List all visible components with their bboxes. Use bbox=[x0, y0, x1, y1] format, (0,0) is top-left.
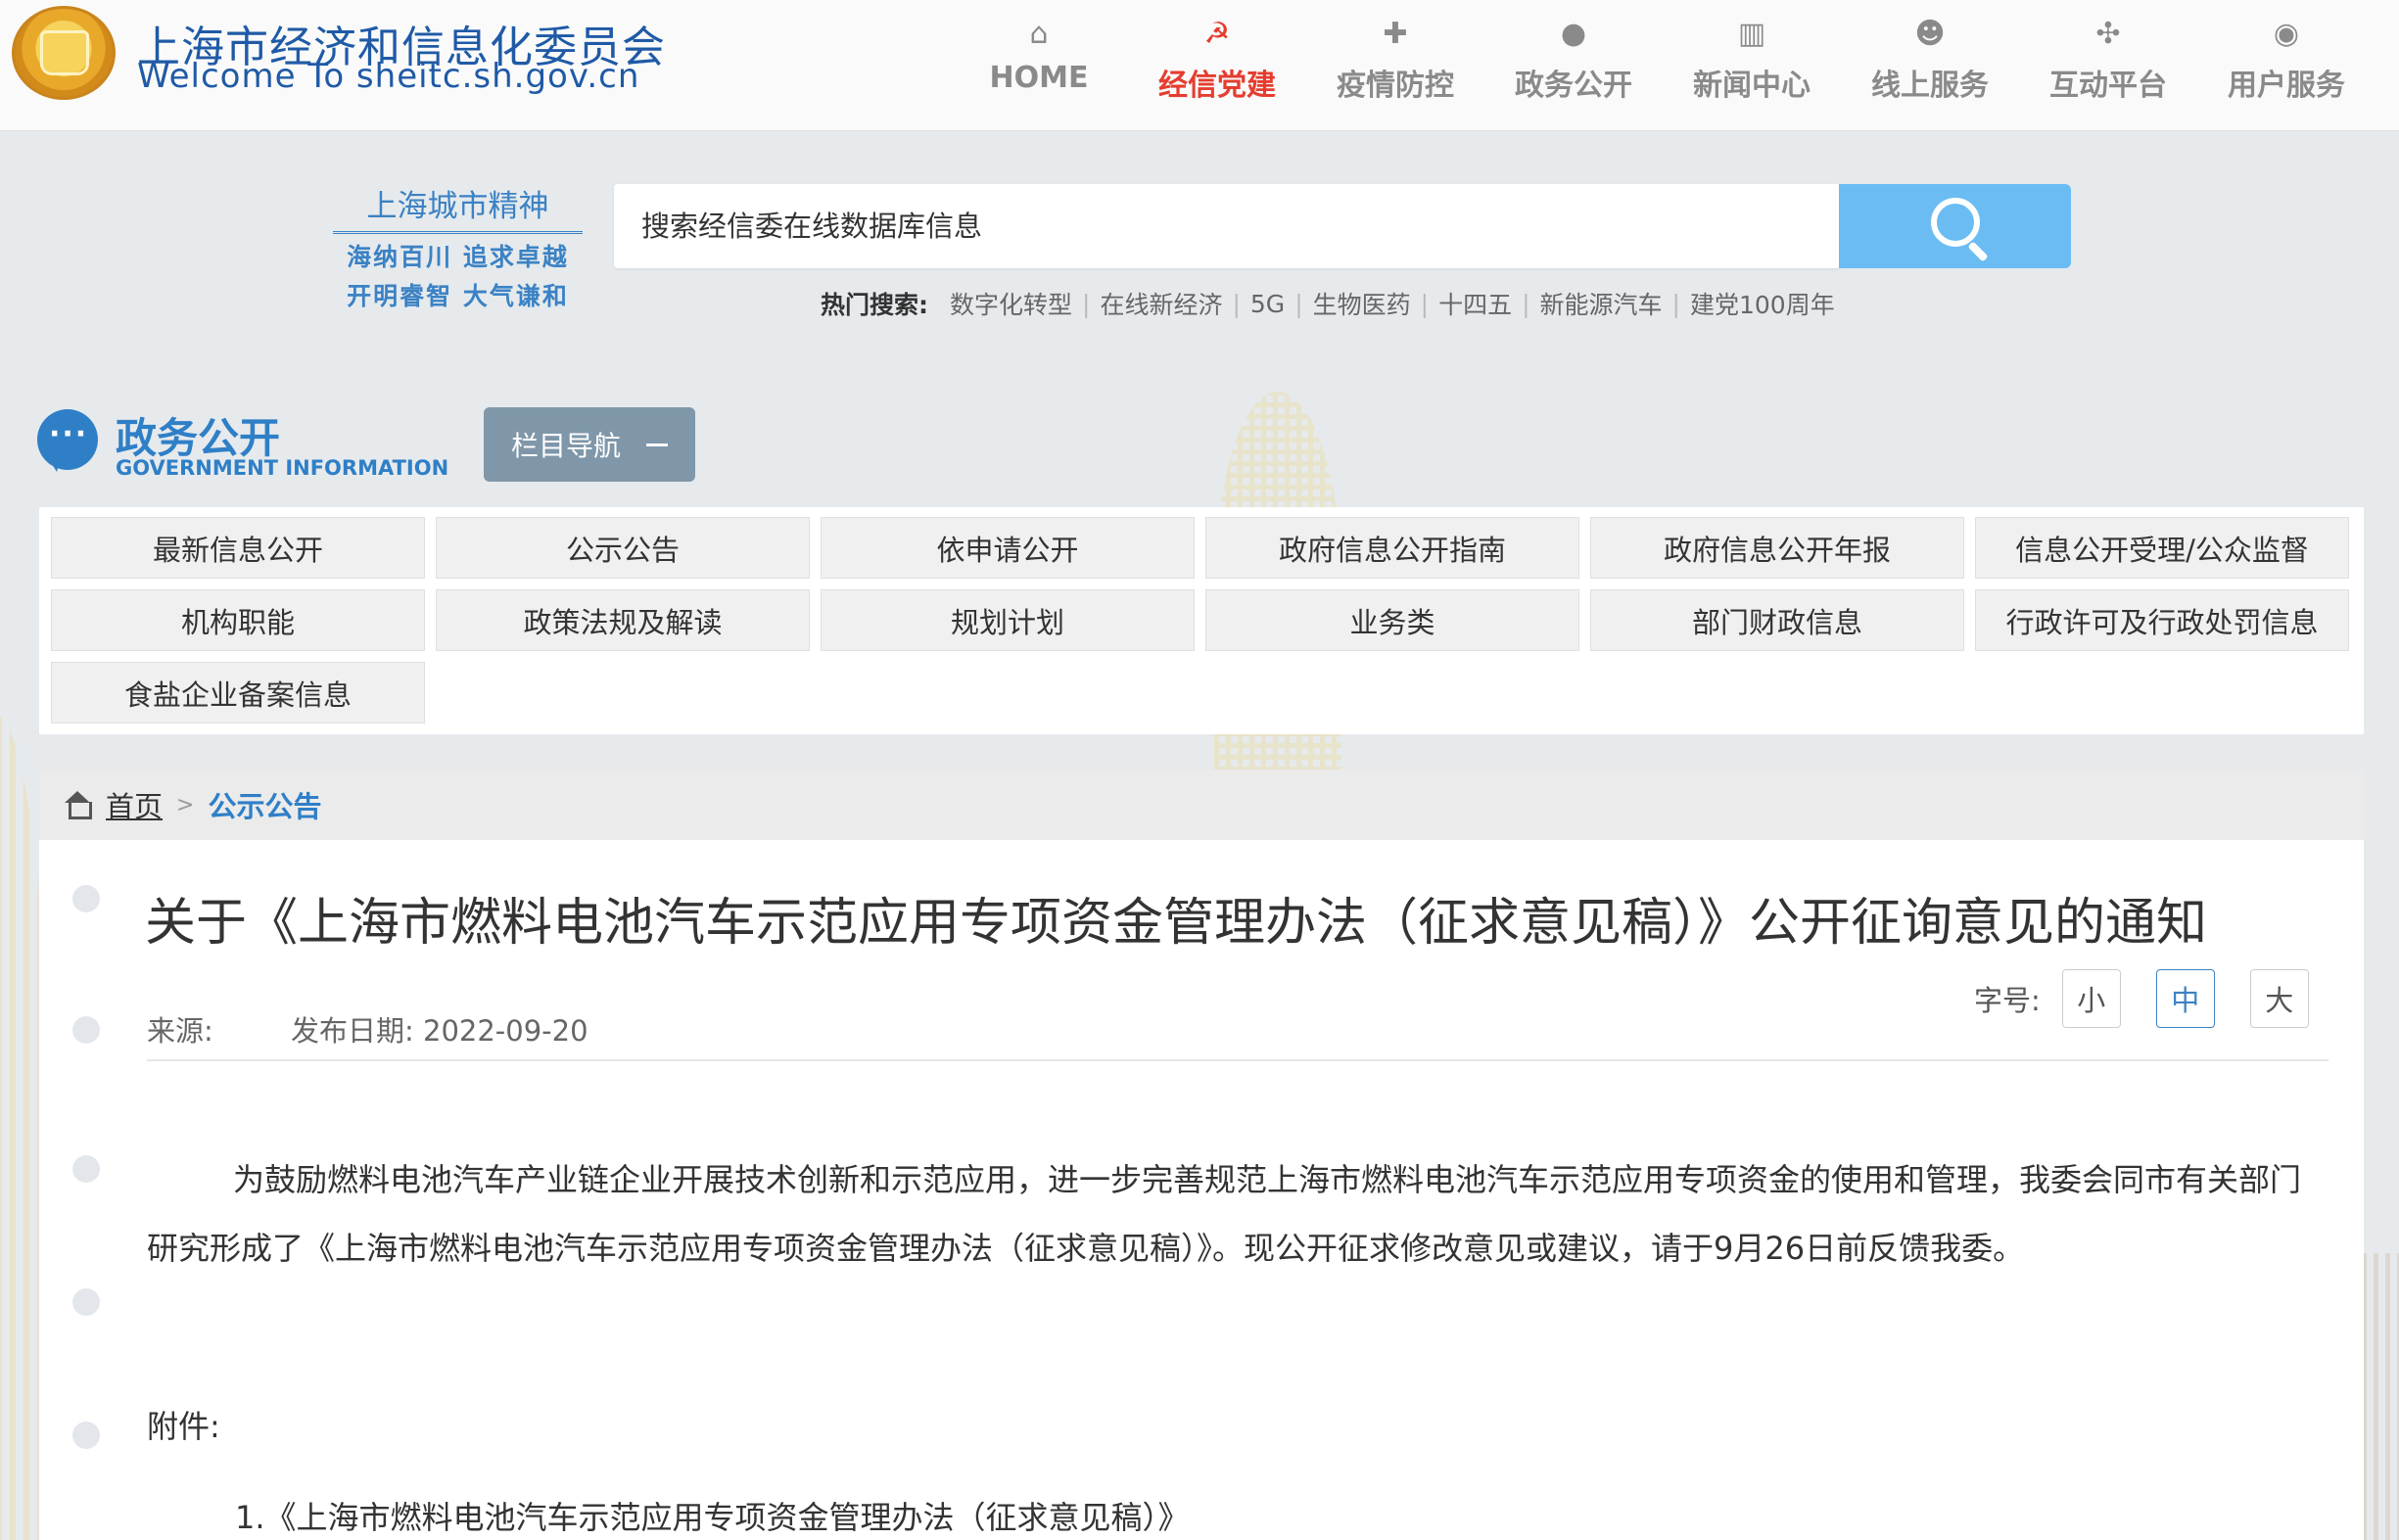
hot-search-link[interactable]: 生物医药 bbox=[1313, 286, 1411, 321]
nav-item-4[interactable]: ▥ 新闻中心 bbox=[1663, 0, 1841, 131]
nav-item-label: 线上服务 bbox=[1871, 69, 1989, 103]
article-body: 为鼓励燃料电池汽车产业链企业开展技术创新和示范应用，进一步完善规范上海市燃料电池… bbox=[147, 1161, 2302, 1267]
party-emblem-icon: ☭ bbox=[1203, 17, 1231, 51]
medical-kit-icon: ✚ bbox=[1383, 17, 1408, 51]
nav-item-label: 用户服务 bbox=[2228, 69, 2345, 103]
breadcrumb-separator: > bbox=[176, 792, 195, 817]
column-nav-label: 栏目导航 bbox=[510, 430, 621, 462]
category-link[interactable]: 政府信息公开年报 bbox=[1590, 517, 1964, 579]
hot-search-separator: | bbox=[1420, 289, 1430, 318]
hot-search-link[interactable]: 新能源汽车 bbox=[1540, 286, 1663, 321]
hot-search-link[interactable]: 数字化转型 bbox=[950, 286, 1072, 321]
publish-date: 2022-09-20 bbox=[423, 1014, 588, 1048]
breadcrumb: 首页 > 公示公告 bbox=[39, 770, 2364, 840]
font-size-button-0[interactable]: 小 bbox=[2061, 969, 2121, 1028]
chat-bubble-icon: ● bbox=[1560, 17, 1587, 51]
nav-item-0[interactable]: ⌂ HOME bbox=[950, 0, 1128, 131]
site-emblem-icon[interactable] bbox=[12, 6, 116, 100]
nav-item-label: 政务公开 bbox=[1515, 69, 1632, 103]
support-icon: ◉ bbox=[2273, 17, 2300, 51]
decorative-dot bbox=[72, 1155, 100, 1183]
category-link[interactable]: 规划计划 bbox=[821, 589, 1195, 651]
decorative-dot bbox=[72, 1288, 100, 1316]
nav-item-7[interactable]: ◉ 用户服务 bbox=[2197, 0, 2375, 131]
font-size-label: 字号: bbox=[1974, 984, 2041, 1017]
site-name-en[interactable]: Welcome To sheitc.sh.gov.cn bbox=[137, 57, 639, 96]
chat-bubble-icon bbox=[37, 409, 98, 472]
nav-item-label: 互动平台 bbox=[2049, 69, 2167, 103]
category-link[interactable]: 机构职能 bbox=[51, 589, 425, 651]
home-icon: ⌂ bbox=[1029, 17, 1049, 51]
decorative-dot bbox=[72, 885, 100, 912]
hot-search-link[interactable]: 在线新经济 bbox=[1100, 286, 1222, 321]
user-service-icon: ☻ bbox=[1914, 17, 1946, 51]
column-nav-toggle-button[interactable]: 栏目导航 bbox=[484, 407, 695, 482]
top-header: 上海市经济和信息化委员会 Welcome To sheitc.sh.gov.cn… bbox=[0, 0, 2399, 131]
nav-item-label: 疫情防控 bbox=[1337, 69, 1454, 103]
section-title-en: GOVERNMENT INFORMATION bbox=[116, 456, 449, 480]
attachments-label: 附件: bbox=[147, 1408, 220, 1445]
hot-search-separator: | bbox=[1522, 289, 1530, 318]
hot-search-link[interactable]: 十四五 bbox=[1438, 286, 1512, 321]
category-link[interactable]: 依申请公开 bbox=[821, 517, 1195, 579]
category-link[interactable]: 政府信息公开指南 bbox=[1205, 517, 1579, 579]
nav-item-label: HOME bbox=[989, 61, 1089, 95]
font-size-button-2[interactable]: 大 bbox=[2249, 969, 2309, 1028]
hot-search-separator: | bbox=[1671, 289, 1680, 318]
collapse-minus-icon bbox=[646, 443, 668, 446]
hot-search-separator: | bbox=[1232, 289, 1241, 318]
slogan-line-1: 海纳百川 追求卓越 bbox=[347, 243, 569, 271]
category-link[interactable]: 政策法规及解读 bbox=[436, 589, 810, 651]
nav-item-3[interactable]: ● 政务公开 bbox=[1484, 0, 1663, 131]
main-nav: ⌂ HOME ☭ 经信党建 ✚ 疫情防控 ● 政务公开 ▥ 新闻中心 ☻ 线上服务 ✣ 互动平台 ◉ 用户服务 bbox=[950, 0, 2375, 131]
category-link[interactable]: 食盐企业备案信息 bbox=[51, 662, 425, 723]
hot-search-separator: | bbox=[1294, 289, 1303, 318]
category-link-panel: 最新信息公开 公示公告 依申请公开 政府信息公开指南 政府信息公开年报 信息公开受理/公众… bbox=[39, 507, 2364, 734]
search-icon bbox=[1931, 198, 1980, 247]
nav-item-2[interactable]: ✚ 疫情防控 bbox=[1306, 0, 1484, 131]
article-meta: 来源: 发布日期: 2022-09-20 bbox=[147, 1008, 588, 1050]
category-link[interactable]: 最新信息公开 bbox=[51, 517, 425, 579]
article-title: 关于《上海市燃料电池汽车示范应用专项资金管理办法（征求意见稿）》公开征询意见的通… bbox=[145, 894, 2208, 953]
hot-search-label: 热门搜索: bbox=[821, 291, 928, 319]
category-link[interactable]: 部门财政信息 bbox=[1590, 589, 1964, 651]
decorative-dot bbox=[72, 1016, 100, 1044]
hot-search-link[interactable]: 5G bbox=[1250, 290, 1285, 318]
search-button[interactable] bbox=[1839, 184, 2071, 268]
category-link[interactable]: 公示公告 bbox=[436, 517, 810, 579]
nav-item-1[interactable]: ☭ 经信党建 bbox=[1128, 0, 1306, 131]
source-label: 来源: bbox=[147, 1014, 213, 1048]
nav-item-label: 经信党建 bbox=[1158, 69, 1276, 103]
city-spirit-slogan: 上海城市精神 海纳百川 追求卓越 开明睿智 大气谦和 bbox=[333, 181, 583, 312]
slogan-title: 上海城市精神 bbox=[333, 181, 583, 234]
category-link[interactable]: 信息公开受理/公众监督 bbox=[1975, 517, 2349, 579]
attachment-link[interactable]: 1.《上海市燃料电池汽车示范应用专项资金管理办法（征求意见稿）》 bbox=[235, 1493, 1190, 1538]
hot-search-separator: | bbox=[1082, 289, 1091, 318]
slogan-line-2: 开明睿智 大气谦和 bbox=[347, 282, 569, 310]
category-link[interactable]: 行政许可及行政处罚信息 bbox=[1975, 589, 2349, 651]
font-size-button-1[interactable]: 中 bbox=[2155, 969, 2215, 1028]
decorative-dot bbox=[72, 1422, 100, 1449]
home-icon bbox=[63, 791, 92, 819]
category-link-grid: 最新信息公开 公示公告 依申请公开 政府信息公开指南 政府信息公开年报 信息公开受理/公众… bbox=[51, 517, 2352, 723]
hot-search-link[interactable]: 建党100周年 bbox=[1690, 286, 1835, 321]
search-input[interactable] bbox=[614, 184, 1838, 268]
meta-divider bbox=[147, 1059, 2328, 1061]
category-link[interactable]: 业务类 bbox=[1205, 589, 1579, 651]
interact-icon: ✣ bbox=[2095, 17, 2121, 51]
font-size-switcher: 字号: 小中大 bbox=[1974, 969, 2344, 1028]
nav-item-6[interactable]: ✣ 互动平台 bbox=[2019, 0, 2197, 131]
breadcrumb-home-link[interactable]: 首页 bbox=[106, 784, 163, 825]
nav-item-label: 新闻中心 bbox=[1693, 69, 1811, 103]
hot-search-bar: 热门搜索: 数字化转型 | 在线新经济 | 5G | 生物医药 | 十四五 | 新能源汽车 | 建党10… bbox=[821, 286, 1835, 321]
books-icon: ▥ bbox=[1737, 17, 1766, 51]
publish-date-label: 发布日期: bbox=[291, 1014, 414, 1048]
breadcrumb-current[interactable]: 公示公告 bbox=[208, 784, 321, 825]
search-box bbox=[614, 184, 1841, 268]
nav-item-5[interactable]: ☻ 线上服务 bbox=[1841, 0, 2019, 131]
